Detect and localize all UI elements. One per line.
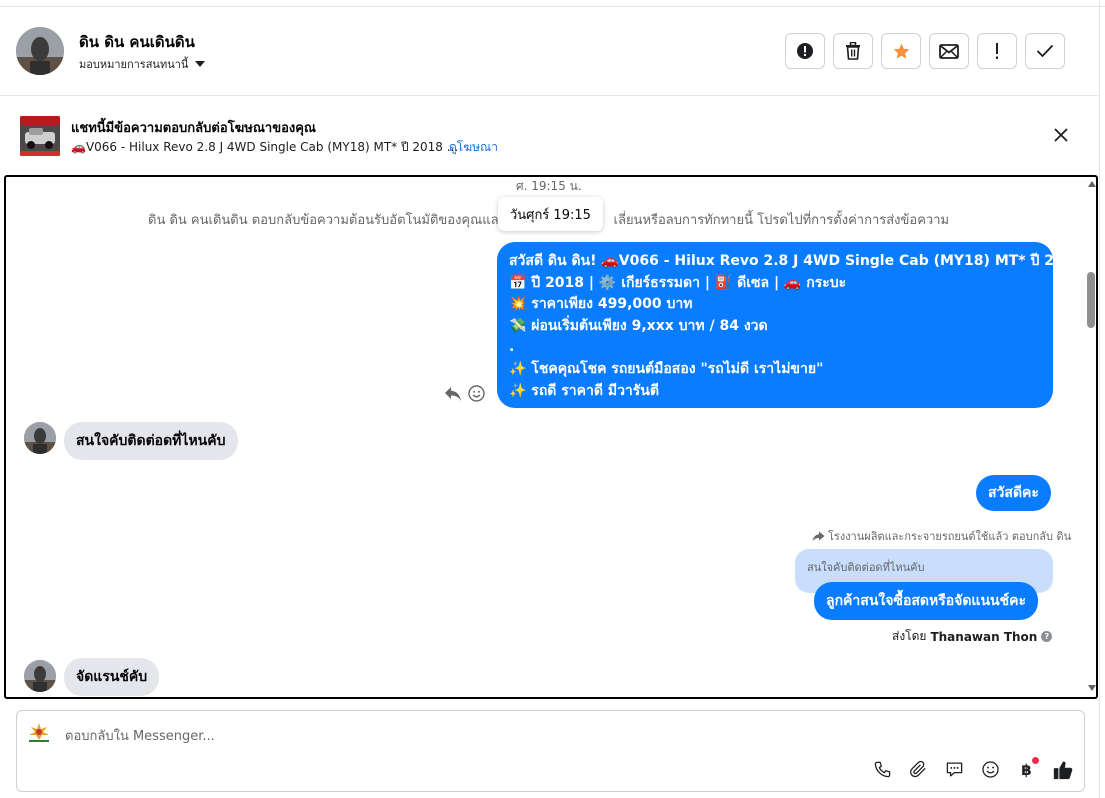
message-line: 📅 ปี 2018 | ⚙️ เกียร์ธรรมดา | ⛽ ดีเซล | … bbox=[509, 274, 847, 291]
message-line: ✨ โชคคุณโชค รถยนต์มือสอง "รถไม่ดี เราไม่… bbox=[509, 360, 824, 377]
alert-circle-icon bbox=[797, 43, 813, 59]
message-timestamp: ศ. 19:15 น. bbox=[516, 179, 582, 193]
thread-scrollbar[interactable] bbox=[1085, 177, 1096, 697]
sent-by-prefix: ส่งโดย bbox=[892, 629, 927, 643]
message-hover-actions bbox=[444, 385, 485, 402]
message-line: 💥 ราคาเพียง 499,000 บาท bbox=[509, 296, 693, 313]
contact-avatar[interactable] bbox=[16, 27, 64, 75]
react-emoji-icon[interactable] bbox=[468, 385, 485, 402]
thumbs-up-icon bbox=[1053, 761, 1072, 779]
message-line: . bbox=[509, 339, 515, 356]
scroll-up-arrow[interactable] bbox=[1088, 181, 1096, 187]
greeting-message-bubble[interactable]: สวัสดี ดิน ดิน! 🚗V066 - Hilux Revo 2.8 J… bbox=[497, 242, 1084, 408]
mark-spam-button[interactable] bbox=[785, 33, 825, 69]
contact-name[interactable]: ดิน ดิน คนเดินดิน bbox=[79, 30, 195, 54]
payment-button[interactable]: ฿ bbox=[1015, 757, 1039, 781]
system-message-text: ดิน ดิน คนเดินดิน ตอบกลับข้อความต้อนรับอ… bbox=[148, 213, 506, 228]
contact-avatar-small[interactable] bbox=[24, 422, 56, 454]
system-message-tail: เลี่ยนหรือลบการทักทายนี้ โปรดไปที่การตั้… bbox=[613, 213, 950, 228]
star-button[interactable] bbox=[881, 33, 921, 69]
right-divider bbox=[1099, 0, 1100, 798]
ad-thumbnail[interactable] bbox=[20, 116, 60, 156]
like-button[interactable] bbox=[1051, 758, 1074, 781]
header-actions bbox=[785, 33, 1065, 69]
timestamp-tooltip: วันศุกร์ 19:15 bbox=[498, 197, 603, 231]
incoming-message-bubble[interactable]: สนใจคับติดต่อดที่ไหนคับ bbox=[64, 422, 238, 460]
mark-done-button[interactable] bbox=[1025, 33, 1065, 69]
composer-toolbar: ฿ bbox=[871, 757, 1074, 781]
mark-unread-button[interactable] bbox=[929, 33, 969, 69]
follow-up-button[interactable] bbox=[977, 33, 1017, 69]
saved-reply-icon bbox=[946, 762, 963, 777]
message-line: 💸 ผ่อนเริ่มต้นเพียง 9,xxx บาท / 84 งวด bbox=[509, 317, 768, 334]
reply-note-text: โรงงานผลิตและกระจายรถยนต์ใช้แล้ว ตอบกลับ… bbox=[828, 530, 1072, 543]
phone-icon bbox=[874, 761, 891, 778]
conversation-header: ดิน ดิน คนเดินดิน มอบหมายการสนทนานี้ bbox=[0, 7, 1099, 96]
message-thread[interactable]: ศ. 19:15 น. วันศุกร์ 19:15 ดิน ดิน คนเดิ… bbox=[4, 175, 1098, 699]
call-button[interactable] bbox=[871, 758, 894, 781]
reply-note: โรงงานผลิตและกระจายรถยนต์ใช้แล้ว ตอบกลับ… bbox=[812, 527, 1071, 545]
delete-button[interactable] bbox=[833, 33, 873, 69]
ad-banner-subtitle: 🚗V066 - Hilux Revo 2.8 J 4WD Single Cab … bbox=[71, 140, 459, 154]
check-icon bbox=[1036, 44, 1054, 58]
caret-down-icon bbox=[195, 61, 206, 67]
notification-dot bbox=[1032, 757, 1039, 764]
emoji-icon bbox=[982, 761, 999, 778]
assign-label: มอบหมายการสนทนานี้ bbox=[79, 58, 189, 71]
forward-reply-icon bbox=[812, 531, 825, 541]
sent-by-label: ส่งโดย Thanawan Thon ? bbox=[892, 627, 1053, 646]
star-icon bbox=[893, 43, 909, 59]
help-icon[interactable]: ? bbox=[1041, 631, 1053, 642]
close-icon bbox=[1054, 128, 1068, 142]
paperclip-icon bbox=[910, 760, 926, 778]
exclamation-icon bbox=[996, 43, 998, 59]
ad-banner-title: แชทนี้มีข้อความตอบกลับต่อโฆษณาของคุณ bbox=[71, 121, 316, 136]
sender-name: Thanawan Thon bbox=[930, 629, 1038, 644]
contact-avatar-small[interactable] bbox=[24, 660, 56, 692]
message-line: ✨ รถดี ราคาดี มีวารันตี bbox=[509, 382, 659, 399]
emoji-button[interactable] bbox=[979, 758, 1002, 781]
message-composer: ตอบกลับใน Messenger... ฿ bbox=[16, 710, 1085, 792]
saved-replies-button[interactable] bbox=[943, 758, 966, 781]
trash-icon bbox=[846, 42, 860, 60]
assign-conversation-dropdown[interactable]: มอบหมายการสนทนานี้ bbox=[79, 55, 206, 73]
incoming-message-bubble[interactable]: จัดแรนช์คับ bbox=[64, 658, 160, 696]
message-line: สวัสดี ดิน ดิน! 🚗V066 - Hilux Revo 2.8 J… bbox=[509, 253, 1084, 269]
scroll-down-arrow[interactable] bbox=[1088, 685, 1096, 691]
view-ad-link[interactable]: ดูโฆษณา bbox=[449, 138, 498, 157]
ad-reply-banner: แชทนี้มีข้อความตอบกลับต่อโฆษณาของคุณ 🚗V0… bbox=[0, 97, 1099, 173]
baht-icon: ฿ bbox=[1021, 760, 1032, 779]
outgoing-reply-bubble[interactable]: ลูกค้าสนใจซื้อสดหรือจัดแนนช์คะ bbox=[814, 582, 1038, 620]
messenger-conversation: ดิน ดิน คนเดินดิน มอบหมายการสนทนานี้ แชท… bbox=[0, 0, 1105, 798]
page-logo bbox=[25, 721, 53, 743]
reply-icon[interactable] bbox=[444, 386, 462, 402]
scroll-thumb[interactable] bbox=[1087, 272, 1095, 328]
mail-icon bbox=[939, 43, 959, 59]
attach-button[interactable] bbox=[907, 758, 930, 781]
outgoing-message-bubble[interactable]: สวัสดีคะ bbox=[976, 475, 1051, 511]
reply-input[interactable]: ตอบกลับใน Messenger... bbox=[65, 725, 215, 746]
close-banner-button[interactable] bbox=[1050, 124, 1072, 146]
